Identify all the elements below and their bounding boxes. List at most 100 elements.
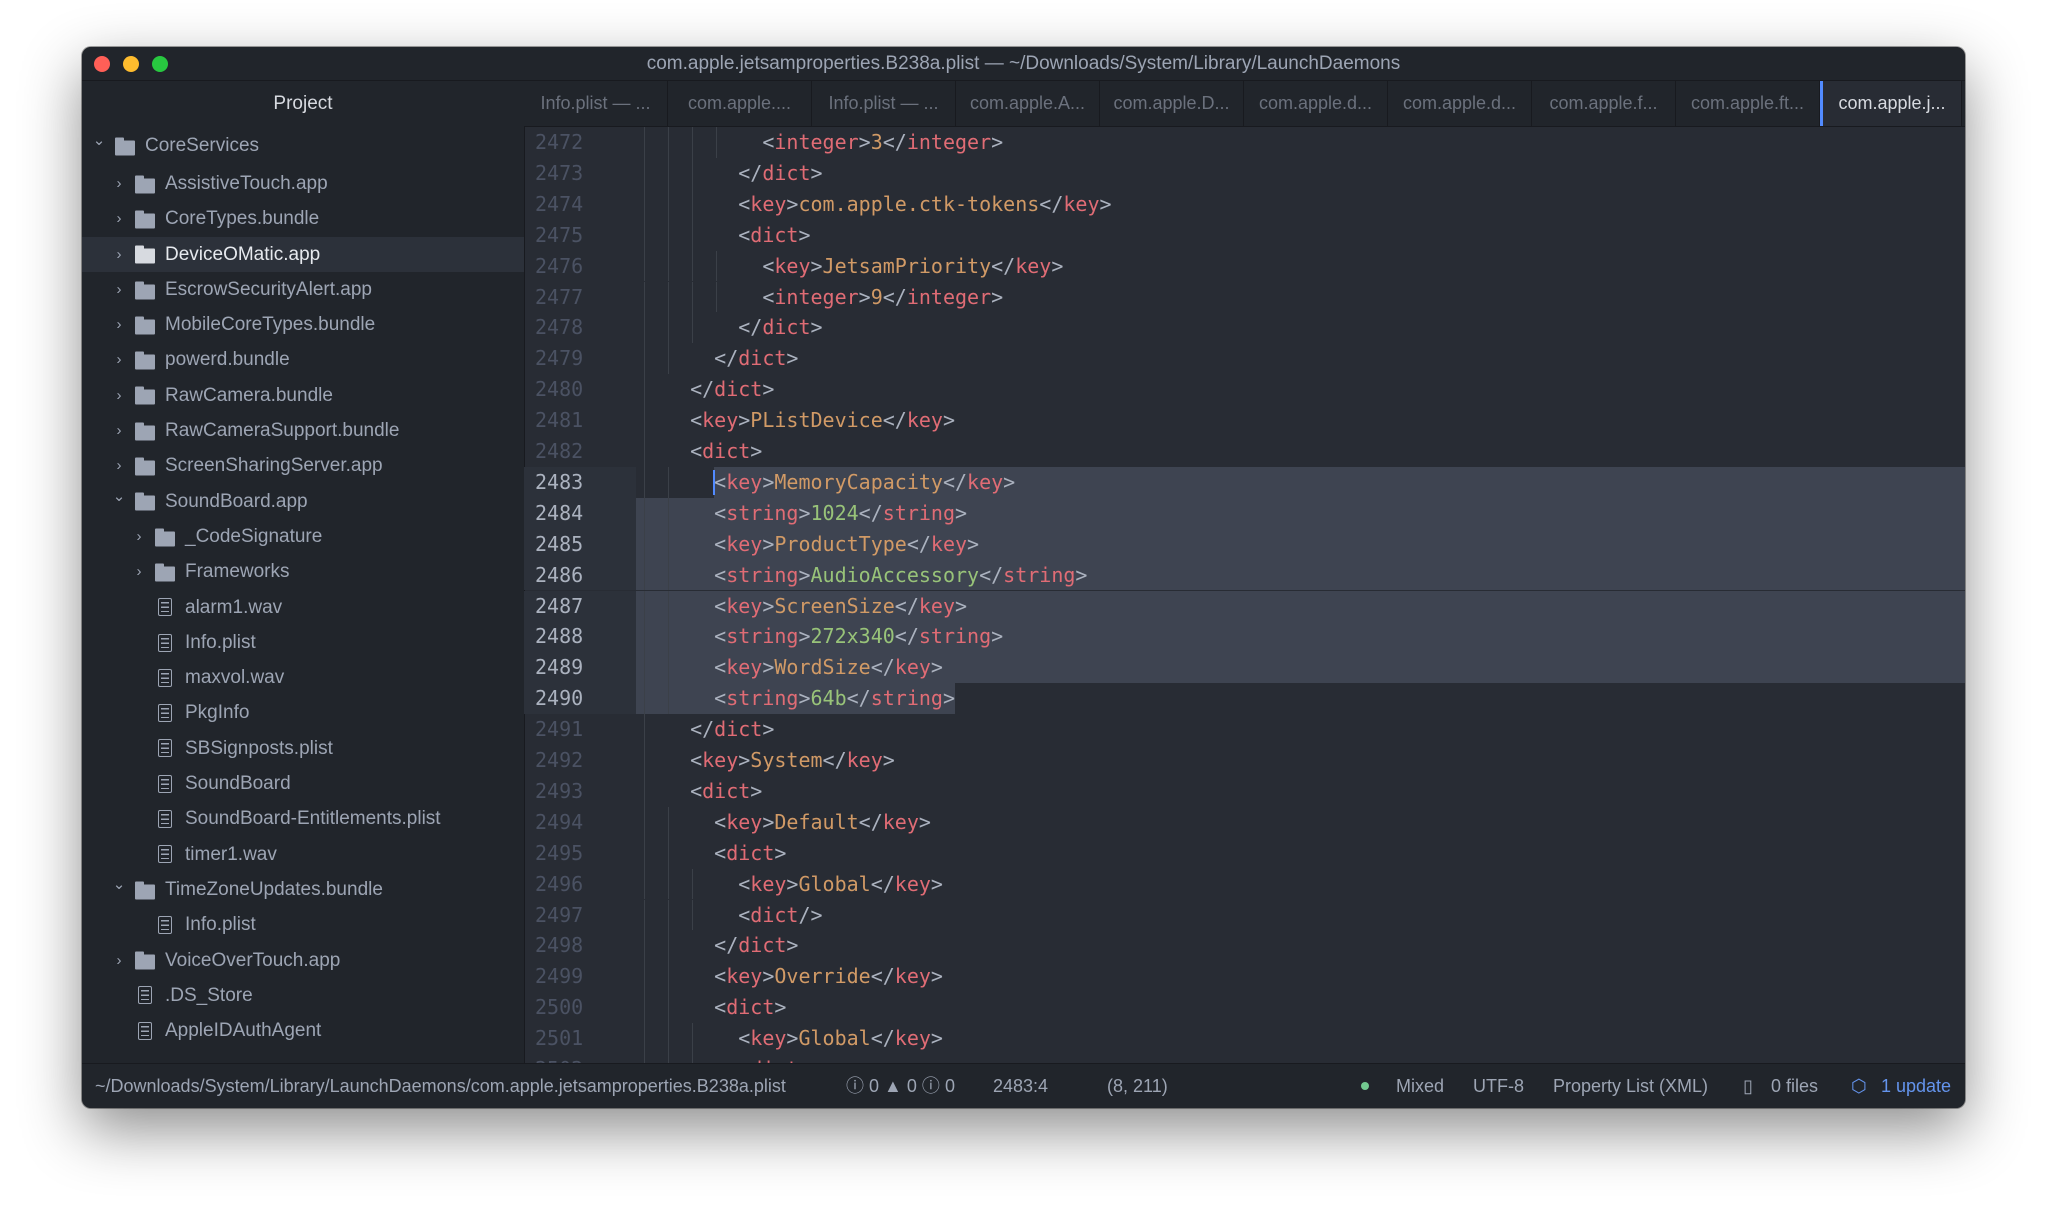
line-number[interactable]: 2484	[524, 497, 636, 529]
tree-file[interactable]: SBSignposts.plist	[82, 731, 524, 766]
tab[interactable]: com.apple.f...	[1532, 81, 1676, 126]
chevron-right-icon[interactable]: ›	[112, 166, 126, 201]
code-line[interactable]: 2483 <key>MemoryCapacity</key>	[524, 466, 1965, 498]
code-line[interactable]: 2474 <key>com.apple.ctk-tokens</key>	[524, 188, 1965, 220]
tab[interactable]: com.apple.ft...	[1676, 81, 1820, 126]
chevron-down-icon[interactable]: ⌄	[92, 121, 106, 161]
tree-file[interactable]: Info.plist	[82, 625, 524, 660]
grammar-selector[interactable]: Property List (XML)	[1553, 1064, 1708, 1108]
code-line[interactable]: 2500 <dict>	[524, 992, 1965, 1024]
line-number[interactable]: 2496	[524, 869, 636, 900]
line-number[interactable]: 2480	[524, 374, 636, 405]
chevron-down-icon[interactable]: ⌄	[112, 479, 126, 514]
code-line[interactable]: 2485 <key>ProductType</key>	[524, 528, 1965, 560]
code-line[interactable]: 2480 </dict>	[524, 374, 1965, 406]
code-line[interactable]: 2482 <dict>	[524, 436, 1965, 467]
tree-folder[interactable]: › RawCameraSupport.bundle	[82, 413, 524, 448]
tree-file[interactable]: timer1.wav	[82, 837, 524, 872]
tab[interactable]: com.apple.j...	[1820, 81, 1962, 126]
line-number[interactable]: 2492	[524, 745, 636, 776]
line-number[interactable]: 2501	[524, 1023, 636, 1054]
chevron-right-icon[interactable]: ›	[112, 201, 126, 236]
tree-file[interactable]: PkgInfo	[82, 695, 524, 730]
line-ending-selector[interactable]: Mixed	[1396, 1064, 1444, 1108]
code-line[interactable]: 2488 <string>272x340</string>	[524, 621, 1965, 653]
line-number[interactable]: 2488	[524, 621, 636, 653]
tree-folder[interactable]: › CoreTypes.bundle	[82, 201, 524, 236]
code-line[interactable]: 2491 </dict>	[524, 714, 1965, 745]
line-number[interactable]: 2490	[524, 683, 636, 715]
line-number[interactable]: 2485	[524, 528, 636, 560]
tab[interactable]: com.apple.d...	[1244, 81, 1388, 126]
line-number[interactable]: 2475	[524, 220, 636, 251]
code-line[interactable]: 2475 <dict>	[524, 219, 1965, 251]
tree-file[interactable]: alarm1.wav	[82, 590, 524, 625]
line-number[interactable]: 2474	[524, 189, 636, 220]
chevron-right-icon[interactable]: ›	[112, 307, 126, 342]
file-path[interactable]: ~/Downloads/System/Library/LaunchDaemons…	[95, 1064, 786, 1108]
chevron-down-icon[interactable]: ⌄	[112, 867, 126, 902]
line-number[interactable]: 2478	[524, 312, 636, 343]
chevron-right-icon[interactable]: ›	[112, 943, 126, 978]
tree-file[interactable]: SoundBoard-Entitlements.plist	[82, 801, 524, 836]
chevron-right-icon[interactable]: ›	[132, 554, 146, 589]
code-line[interactable]: 2486 <string>AudioAccessory</string>	[524, 559, 1965, 591]
line-number[interactable]: 2477	[524, 282, 636, 313]
tree-file[interactable]: Info.plist	[82, 907, 524, 942]
tab[interactable]: Info.plist — ...	[812, 81, 956, 126]
code-line[interactable]: 2495 <dict>	[524, 837, 1965, 869]
line-number[interactable]: 2483	[524, 466, 636, 498]
chevron-right-icon[interactable]: ›	[112, 342, 126, 377]
chevron-right-icon[interactable]: ›	[112, 413, 126, 448]
encoding-selector[interactable]: UTF-8	[1473, 1064, 1524, 1108]
line-number[interactable]: 2500	[524, 992, 636, 1023]
line-number[interactable]: 2482	[524, 436, 636, 467]
code-line[interactable]: 2492 <key>System</key>	[524, 745, 1965, 776]
tree-folder[interactable]: › Frameworks	[82, 554, 524, 589]
line-number[interactable]: 2499	[524, 961, 636, 992]
code-line[interactable]: 2490 <string>64b</string>	[524, 683, 1965, 715]
tree-folder[interactable]: › RawCamera.bundle	[82, 378, 524, 413]
tree-folder[interactable]: ⌄ CoreServices	[82, 126, 524, 166]
tab[interactable]: Info.plist — ...	[524, 81, 668, 126]
tree-folder[interactable]: › VoiceOverTouch.app	[82, 943, 524, 978]
chevron-right-icon[interactable]: ›	[112, 378, 126, 413]
tree-folder[interactable]: ⌄ TimeZoneUpdates.bundle	[82, 872, 524, 907]
cursor-position[interactable]: 2483:4	[993, 1064, 1048, 1108]
code-line[interactable]: 2487 <key>ScreenSize</key>	[524, 590, 1965, 622]
line-number[interactable]: 2487	[524, 590, 636, 622]
line-number[interactable]: 2493	[524, 776, 636, 807]
tree-file[interactable]: SoundBoard	[82, 766, 524, 801]
tab[interactable]: com.apple.d...	[1388, 81, 1532, 126]
code-line[interactable]: 2497 <dict/>	[524, 899, 1965, 931]
line-number[interactable]: 2495	[524, 838, 636, 869]
tree-folder[interactable]: › ScreenSharingServer.app	[82, 448, 524, 483]
line-number[interactable]: 2486	[524, 559, 636, 591]
tree-file[interactable]: AppleIDAuthAgent	[82, 1013, 524, 1048]
tree-folder[interactable]: › AssistiveTouch.app	[82, 166, 524, 201]
tab[interactable]: com.apple....	[668, 81, 812, 126]
code-line[interactable]: 2499 <key>Override</key>	[524, 961, 1965, 993]
diagnostics[interactable]: ⓘ 0 ▲ 0 ⓘ 0	[846, 1064, 955, 1108]
code-line[interactable]: 2479 </dict>	[524, 343, 1965, 375]
code-line[interactable]: 2493 <dict>	[524, 775, 1965, 807]
code-line[interactable]: 2476 <key>JetsamPriority</key>	[524, 250, 1965, 282]
line-number[interactable]: 2479	[524, 343, 636, 374]
tree-folder[interactable]: › powerd.bundle	[82, 342, 524, 377]
updates-link[interactable]: 1 update	[1881, 1064, 1951, 1108]
tab[interactable]: com.apple.A...	[956, 81, 1100, 126]
line-number[interactable]: 2494	[524, 807, 636, 838]
code-editor[interactable]: 2472 <integer>3</integer> 2473 </dict> 2474 <…	[524, 126, 1965, 1064]
line-number[interactable]: 2472	[524, 127, 636, 158]
line-number[interactable]: 2489	[524, 652, 636, 684]
tree-folder[interactable]: › _CodeSignature	[82, 519, 524, 554]
code-line[interactable]: 2481 <key>PListDevice</key>	[524, 405, 1965, 436]
code-line[interactable]: 2477 <integer>9</integer>	[524, 281, 1965, 313]
code-line[interactable]: 2498 </dict>	[524, 930, 1965, 962]
line-number[interactable]: 2473	[524, 158, 636, 189]
code-line[interactable]: 2472 <integer>3</integer>	[524, 127, 1965, 158]
line-number[interactable]: 2476	[524, 251, 636, 282]
code-line[interactable]: 2496 <key>Global</key>	[524, 868, 1965, 900]
line-number[interactable]: 2498	[524, 930, 636, 961]
tree-file[interactable]: .DS_Store	[82, 978, 524, 1013]
